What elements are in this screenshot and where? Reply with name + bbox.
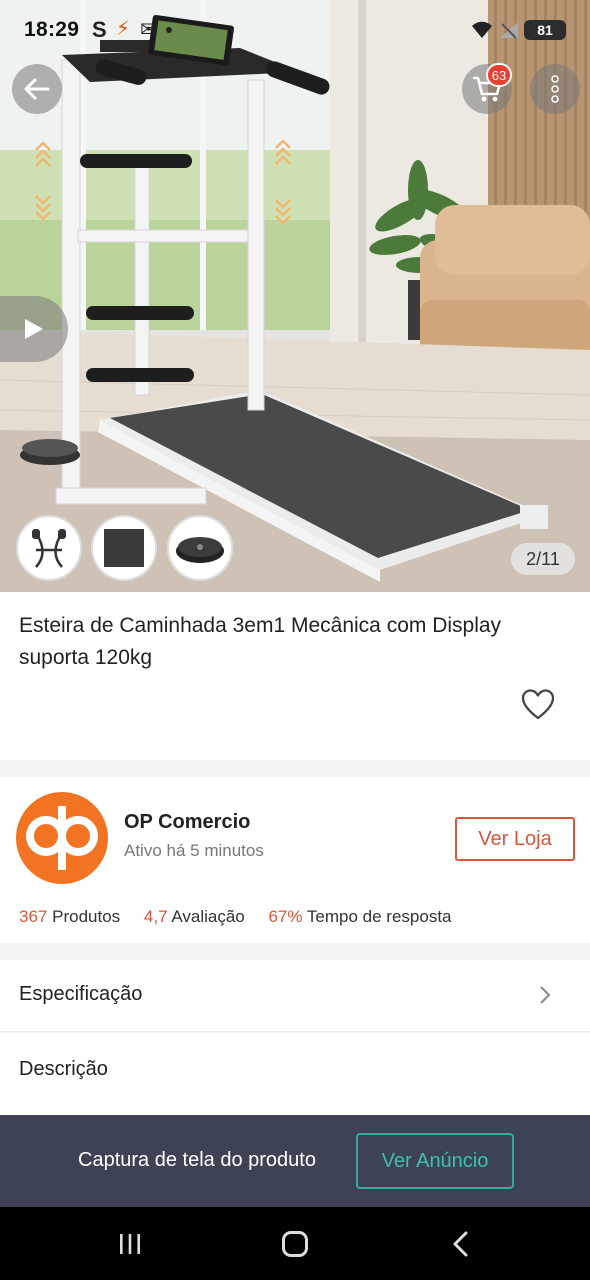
rating-label: Avaliação	[171, 907, 245, 926]
battery-indicator: 81	[524, 20, 566, 40]
image-counter: 2/11	[511, 543, 575, 575]
signal-icon	[500, 22, 518, 39]
s-app-icon: S	[92, 17, 107, 42]
thumbnail-resistance-bands[interactable]	[16, 515, 82, 581]
back-button[interactable]	[12, 64, 62, 114]
seller-name: OP Comercio	[124, 811, 251, 833]
mat-icon	[104, 529, 144, 567]
product-image-gallery[interactable]: 18:29 S ⚡ ✉ 81 63 2/11	[0, 0, 590, 592]
more-options-button[interactable]	[530, 64, 580, 114]
recents-icon[interactable]	[118, 1232, 142, 1256]
specification-row[interactable]: Especificação	[0, 960, 590, 1032]
visit-store-button[interactable]: Ver Loja	[455, 817, 575, 861]
screenshot-capture-bar: Captura de tela do produto Ver Anúncio	[0, 1115, 590, 1207]
play-icon	[25, 319, 43, 339]
seller-logo[interactable]	[16, 792, 108, 884]
more-vertical-icon	[551, 75, 559, 103]
system-navigation-bar	[0, 1207, 590, 1280]
status-bar: 18:29 S ⚡ ✉ 81	[0, 0, 590, 60]
cart-count-badge: 63	[486, 63, 512, 87]
resistance-band-icon	[32, 529, 66, 568]
app-root: 18:29 S ⚡ ✉ 81 63 2/11 Esteira de Caminh…	[0, 0, 590, 1280]
capture-text: Captura de tela do produto	[78, 1149, 316, 1171]
home-icon[interactable]	[282, 1231, 308, 1257]
response-rate: 67%	[268, 907, 303, 926]
response-label: Tempo de resposta	[306, 907, 452, 926]
status-time: 18:29	[24, 18, 80, 41]
view-listing-button[interactable]: Ver Anúncio	[356, 1133, 514, 1189]
heart-icon[interactable]	[520, 688, 556, 722]
twist-disc-icon	[176, 537, 224, 563]
chevron-right-icon	[540, 986, 551, 1004]
mail-icon: ✉	[140, 19, 157, 41]
battery-level: 81	[537, 22, 553, 38]
thumbnail-mat[interactable]	[91, 515, 157, 581]
seller-last-active: Ativo há 5 minutos	[124, 841, 264, 860]
seller-stats: 367 Produtos 4,7 Avaliação 67% Tempo de …	[19, 907, 452, 927]
thumbnail-twist-disc[interactable]	[167, 515, 233, 581]
arrow-left-icon	[24, 78, 50, 100]
product-title-card: Esteira de Caminhada 3em1 Mecânica com D…	[0, 592, 590, 760]
product-title: Esteira de Caminhada 3em1 Mecânica com D…	[19, 614, 502, 669]
description-row[interactable]: Descrição	[0, 1033, 590, 1115]
notification-dot-icon	[166, 27, 172, 33]
description-label: Descrição	[19, 1058, 108, 1080]
nav-back-icon[interactable]	[450, 1230, 470, 1258]
play-video-button[interactable]	[0, 296, 68, 362]
specification-label: Especificação	[19, 983, 143, 1005]
op-logo-icon	[26, 806, 98, 870]
products-label: Produtos	[52, 907, 121, 926]
seller-card: OP Comercio Ativo há 5 minutos Ver Loja …	[0, 777, 590, 943]
bolt-icon: ⚡	[116, 18, 131, 40]
products-count: 367	[19, 907, 48, 926]
rating-value: 4,7	[143, 907, 168, 926]
wifi-icon	[472, 21, 492, 38]
